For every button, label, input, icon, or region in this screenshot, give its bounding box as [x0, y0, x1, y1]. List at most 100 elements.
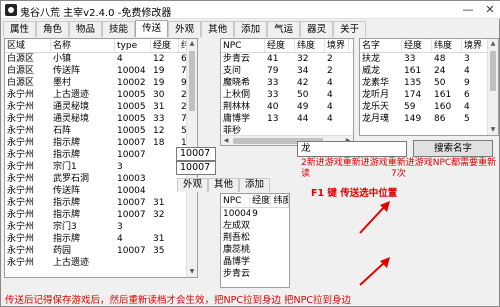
- search-name-button[interactable]: 搜索名字: [413, 140, 493, 157]
- table-cell: 31: [153, 234, 165, 244]
- tab-appearance[interactable]: 外观: [168, 21, 202, 37]
- tab-fortune[interactable]: 气运: [267, 21, 301, 37]
- table-row[interactable]: 龙听月 174 161 6: [360, 89, 498, 101]
- type-value-field[interactable]: 10007: [176, 147, 216, 161]
- table-cell: 龙月魂: [362, 114, 390, 124]
- column-header[interactable]: 纬度: [295, 39, 325, 52]
- table-cell: 宗门1: [53, 162, 77, 172]
- table-row[interactable]: 10004 9: [221, 208, 289, 220]
- hero-list-scrollbar[interactable]: ▲ ▼: [487, 39, 498, 135]
- table-row[interactable]: 永宁州 传送阵 10004: [5, 185, 197, 197]
- table-row[interactable]: 白源区 墨村 10002 19 9: [5, 77, 197, 89]
- table-cell: 永宁州: [7, 114, 35, 124]
- table-cell: 10005: [117, 102, 146, 112]
- minimize-button[interactable]: —: [457, 1, 479, 19]
- table-cell: 49: [297, 102, 309, 112]
- table-cell: [250, 220, 271, 232]
- tab-other-2[interactable]: 其他: [208, 178, 240, 192]
- table-cell: 10005: [117, 114, 146, 124]
- table-cell: 9: [252, 209, 258, 219]
- npc-list-secondary[interactable]: NPC 经度 纬度 100049左成双荆吾松康蕊桃晶博学步青云: [220, 193, 290, 288]
- tab-add[interactable]: 添加: [234, 21, 268, 37]
- table-cell: 3: [117, 162, 123, 172]
- tab-appearance-2[interactable]: 外观: [177, 178, 209, 192]
- table-cell: 指示牌: [53, 138, 81, 148]
- main-tab-bar: 属性 角色 物品 技能 传送 外观 其他 添加 气运 器灵 关于: [3, 20, 367, 37]
- column-header[interactable]: 名称: [51, 39, 115, 52]
- table-row[interactable]: 步青云: [221, 268, 289, 280]
- tab-about[interactable]: 关于: [333, 21, 367, 37]
- column-header[interactable]: 经度: [402, 39, 432, 52]
- close-button[interactable]: ✕: [479, 1, 500, 19]
- table-row[interactable]: 庸博学 13 44 4: [221, 113, 353, 125]
- table-row[interactable]: 支问 79 34 2: [221, 65, 353, 77]
- table-cell: 上古遗迹: [53, 90, 90, 100]
- table-row[interactable]: 永宁州 上古遗迹: [5, 257, 197, 269]
- table-row[interactable]: 永宁州 宗门3 3: [5, 221, 197, 233]
- column-header[interactable]: 纬度: [432, 39, 462, 52]
- table-row[interactable]: 永宁州 武罗石洞 10003: [5, 173, 197, 185]
- table-row[interactable]: 龙乐天 59 160 4: [360, 101, 498, 113]
- table-row[interactable]: 永宁州石阵100051250: [5, 125, 197, 137]
- search-input[interactable]: 龙: [297, 141, 407, 157]
- tab-weapon-spirit[interactable]: 器灵: [300, 21, 334, 37]
- table-row[interactable]: 步青云 41 32 2: [221, 53, 353, 65]
- table-cell: 传送阵: [53, 66, 81, 76]
- column-header[interactable]: 境界: [325, 39, 349, 52]
- table-row[interactable]: 永宁州 指示牌 10007 31: [5, 197, 197, 209]
- tab-character[interactable]: 角色: [36, 21, 70, 37]
- table-row[interactable]: 永宁州 药园 10007 35: [5, 245, 197, 257]
- red-arrow-icon: [359, 201, 390, 234]
- table-cell: 白源区: [7, 78, 35, 88]
- tab-attributes[interactable]: 属性: [3, 21, 37, 37]
- table-row[interactable]: 永宁州指示牌100071811: [5, 137, 197, 149]
- type-value-field-2[interactable]: 10007: [176, 161, 216, 175]
- column-header[interactable]: 境界: [462, 39, 488, 52]
- table-row[interactable]: 魔晓希 33 42 4: [221, 77, 353, 89]
- column-header[interactable]: 经度: [151, 39, 179, 52]
- column-header[interactable]: 经度: [265, 39, 295, 52]
- location-list[interactable]: 区域 名称 type 经度 纬度 白源区小镇4126白源区传送阵10004197…: [4, 38, 198, 278]
- npc-list[interactable]: NPC 经度 纬度 境界 步青云 41 32 2 支问 79 34 2 魔晓希 33 42 4 上秋侗 3…: [220, 38, 354, 146]
- column-header[interactable]: NPC: [221, 194, 251, 207]
- table-row[interactable]: 扶龙 33 48 3: [360, 53, 498, 65]
- tab-add-2[interactable]: 添加: [239, 178, 271, 192]
- table-row[interactable]: 永宁州 指示牌 10007 32: [5, 209, 197, 221]
- table-cell: [250, 244, 271, 256]
- tab-other[interactable]: 其他: [201, 21, 235, 37]
- table-row[interactable]: 晶博学: [221, 256, 289, 268]
- table-row[interactable]: 白源区 传送阵 10004 19 7: [5, 65, 197, 77]
- table-row[interactable]: 永宁州 宗门1 3: [5, 161, 197, 173]
- column-header[interactable]: 区域: [5, 39, 51, 52]
- table-row[interactable]: 永宁州通灵秘境100053122: [5, 101, 197, 113]
- column-header[interactable]: 纬度: [271, 194, 289, 207]
- table-cell: 3: [464, 54, 470, 64]
- table-row[interactable]: 永宁州 指示牌 10007: [5, 149, 197, 161]
- table-row[interactable]: 左成双: [221, 220, 289, 232]
- column-header[interactable]: NPC: [221, 39, 265, 52]
- table-cell: 左成双: [223, 221, 251, 231]
- table-row[interactable]: 永宁州上古遗迹100053024: [5, 89, 197, 101]
- table-row[interactable]: 龙月魂 149 86 5: [360, 113, 498, 125]
- table-row[interactable]: 永宁州 指示牌 4 31: [5, 233, 197, 245]
- status-text: 传送后记得保存游戏后，然后重新读档才会生效，把NPC拉到身边 把NPC拉到身边: [5, 295, 351, 306]
- table-row[interactable]: 荆吾松: [221, 232, 289, 244]
- table-row[interactable]: 永宁州通灵秘境100053372: [5, 113, 197, 125]
- column-header[interactable]: type: [115, 39, 151, 52]
- hero-list[interactable]: 名字 经度 纬度 境界 扶龙 33 48 3 威龙 161 24 4 龙素华 135 50 9 龙听月 1…: [359, 38, 499, 136]
- tab-items[interactable]: 物品: [69, 21, 103, 37]
- table-cell: 35: [153, 246, 165, 256]
- table-cell: 龙素华: [362, 78, 390, 88]
- tab-teleport[interactable]: 传送: [135, 20, 169, 37]
- table-row[interactable]: 龙素华 135 50 9: [360, 77, 498, 89]
- table-cell: 永宁州: [7, 126, 35, 136]
- table-row[interactable]: 白源区 小镇 4 12 6: [5, 53, 197, 65]
- table-row[interactable]: 荆林林 40 49 4: [221, 101, 353, 113]
- column-header[interactable]: 经度: [250, 194, 272, 207]
- table-row[interactable]: 上秋侗 33 50 4: [221, 89, 353, 101]
- app-logo-icon: [5, 4, 17, 16]
- table-row[interactable]: 威龙 161 24 4: [360, 65, 498, 77]
- column-header[interactable]: 名字: [360, 39, 402, 52]
- table-row[interactable]: 康蕊桃: [221, 244, 289, 256]
- tab-skills[interactable]: 技能: [102, 21, 136, 37]
